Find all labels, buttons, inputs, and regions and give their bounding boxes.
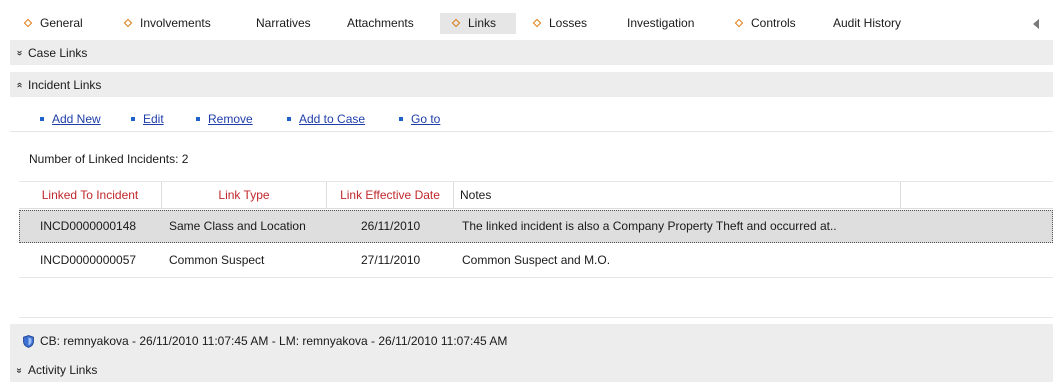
tab-narratives[interactable]: Narratives xyxy=(256,13,311,34)
action-bar: Add New Edit Remove Add to Case Go to xyxy=(10,102,1053,132)
column-header-notes[interactable]: Notes xyxy=(454,182,901,209)
incident-cell: INCD0000000148 xyxy=(40,219,137,233)
tab-label: Controls xyxy=(751,16,796,30)
linked-incidents-grid: Linked To Incident Link Type Link Effect… xyxy=(19,181,1053,318)
add-to-case-link[interactable]: Add to Case xyxy=(287,112,365,126)
bullet-icon xyxy=(287,117,291,121)
double-chevron-down-icon: » xyxy=(13,367,25,374)
tab-label: Losses xyxy=(549,16,588,30)
activity-links-header[interactable]: » Activity Links xyxy=(10,358,1053,383)
shield-icon xyxy=(23,335,34,348)
diamond-marker-icon xyxy=(734,18,744,28)
bullet-icon xyxy=(399,117,403,121)
column-header-linked-to-incident[interactable]: Linked To Incident xyxy=(19,182,162,209)
table-row[interactable]: INCD0000000148 Same Class and Location 2… xyxy=(19,210,1053,243)
tab-losses[interactable]: Losses xyxy=(532,13,588,34)
tab-involvements[interactable]: Involvements xyxy=(123,13,211,34)
tab-label: Links xyxy=(468,16,497,30)
double-chevron-up-icon: « xyxy=(13,82,25,88)
incident-cell: INCD0000000057 xyxy=(40,253,137,267)
notes-cell: The linked incident is also a Company Pr… xyxy=(462,219,837,233)
table-row[interactable]: INCD0000000057 Common Suspect 27/11/2010… xyxy=(19,245,1053,278)
diamond-marker-icon xyxy=(451,18,461,28)
tab-investigation[interactable]: Investigation xyxy=(627,13,694,34)
add-new-link[interactable]: Add New xyxy=(40,112,101,126)
tab-label: Investigation xyxy=(627,16,695,30)
column-header-link-type[interactable]: Link Type xyxy=(162,182,327,209)
go-to-link[interactable]: Go to xyxy=(399,112,440,126)
tab-general[interactable]: General xyxy=(23,13,83,34)
date-cell: 26/11/2010 xyxy=(361,219,421,233)
section-title: Incident Links xyxy=(28,78,102,92)
remove-link[interactable]: Remove xyxy=(196,112,253,126)
tab-attachments[interactable]: Attachments xyxy=(347,13,414,34)
tab-links[interactable]: Links xyxy=(440,13,516,34)
grid-header: Linked To Incident Link Type Link Effect… xyxy=(19,182,1053,209)
link-type-cell: Same Class and Location xyxy=(169,219,306,233)
bullet-icon xyxy=(131,117,135,121)
linked-incidents-count: Number of Linked Incidents: 2 xyxy=(29,152,189,166)
audit-info-bar: CB: remnyakova - 26/11/2010 11:07:45 AM … xyxy=(10,324,1053,358)
date-cell: 27/11/2010 xyxy=(361,253,421,267)
bullet-icon xyxy=(196,117,200,121)
tab-label: Narratives xyxy=(256,16,311,30)
edit-link[interactable]: Edit xyxy=(131,112,164,126)
column-header-link-effective-date[interactable]: Link Effective Date xyxy=(327,182,454,209)
triangle-left-icon[interactable] xyxy=(1033,19,1039,29)
tab-bar: General Involvements Narratives Attachme… xyxy=(0,0,1053,40)
bullet-icon xyxy=(40,117,44,121)
tab-controls[interactable]: Controls xyxy=(734,13,796,34)
tab-audit-history[interactable]: Audit History xyxy=(833,13,901,34)
section-title: Activity Links xyxy=(28,363,98,377)
diamond-marker-icon xyxy=(532,18,542,28)
section-title: Case Links xyxy=(28,46,88,60)
link-type-cell: Common Suspect xyxy=(169,253,265,267)
double-chevron-down-icon: » xyxy=(13,50,25,56)
tab-label: Involvements xyxy=(140,16,211,30)
diamond-marker-icon xyxy=(123,18,133,28)
notes-cell: Common Suspect and M.O. xyxy=(462,253,611,267)
diamond-marker-icon xyxy=(23,18,33,28)
tab-label: General xyxy=(40,16,83,30)
incident-links-header[interactable]: « Incident Links xyxy=(10,72,1053,98)
tab-label: Audit History xyxy=(833,16,902,30)
case-links-header[interactable]: » Case Links xyxy=(10,40,1053,66)
tab-label: Attachments xyxy=(347,16,414,30)
audit-info-text: CB: remnyakova - 26/11/2010 11:07:45 AM … xyxy=(40,334,508,348)
